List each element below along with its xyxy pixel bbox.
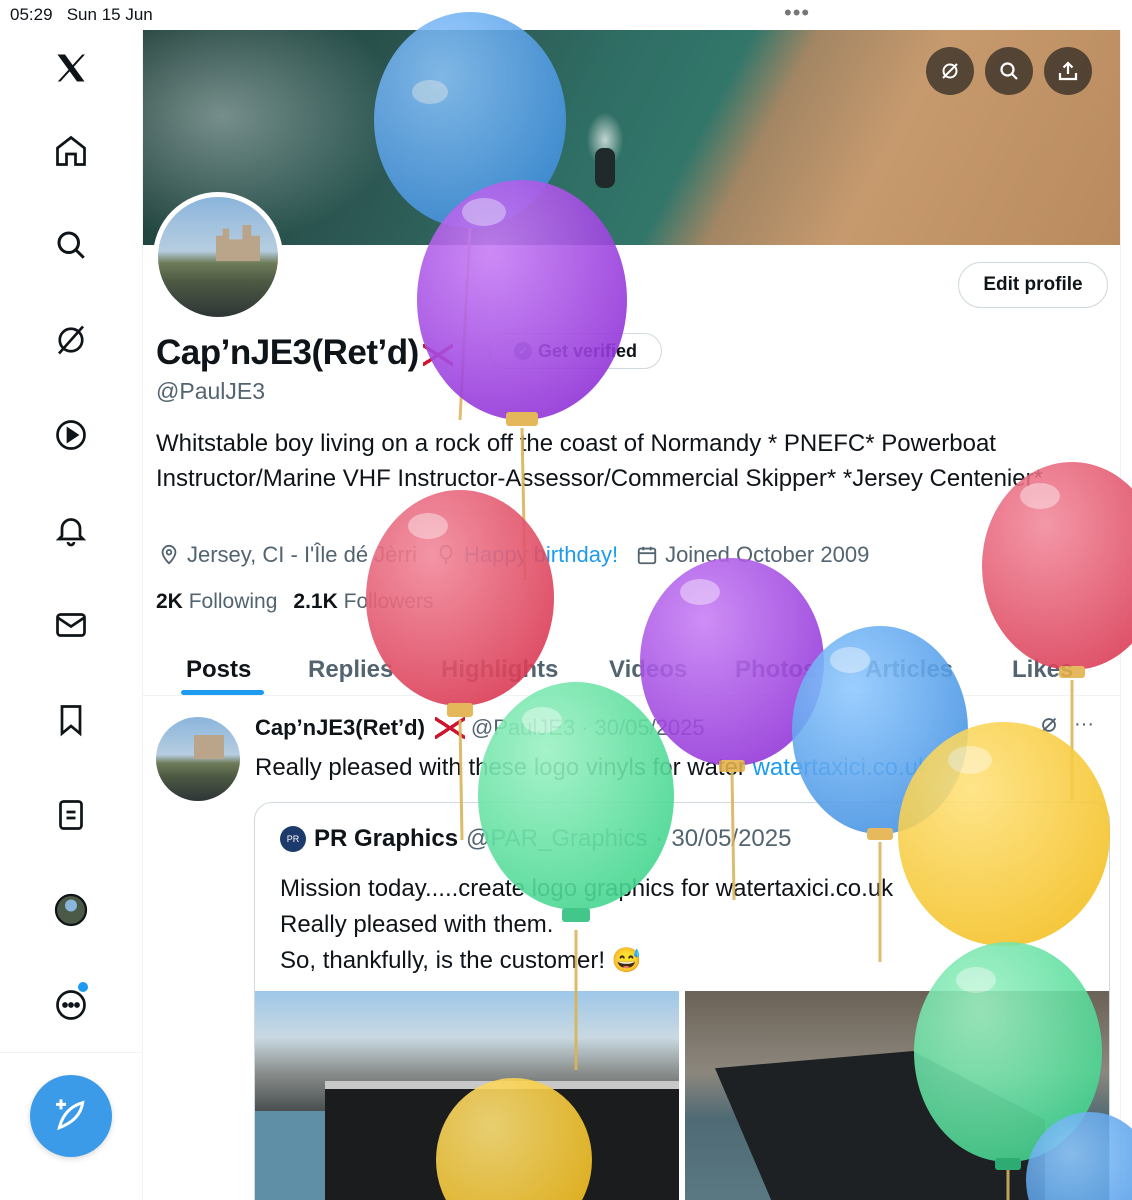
- post-actions: ···: [1038, 713, 1094, 736]
- grok-icon[interactable]: [1038, 714, 1060, 736]
- home-icon[interactable]: [46, 126, 96, 176]
- profile-banner[interactable]: [143, 30, 1120, 245]
- banner-search-button[interactable]: [985, 47, 1033, 95]
- post-author[interactable]: Cap’nJE3(Ret’d): [255, 715, 425, 741]
- multitask-dots-icon[interactable]: •••: [784, 0, 810, 26]
- verified-badge-icon: ✓: [513, 342, 532, 360]
- bookmarks-icon[interactable]: [46, 695, 96, 745]
- sidebar: [0, 30, 143, 1200]
- calendar-icon: [637, 546, 657, 565]
- search-icon: [1000, 62, 1018, 80]
- jersey-flag-icon: [434, 717, 465, 739]
- status-time: 05:29 Sun 15 Jun: [10, 5, 153, 24]
- tab-videos[interactable]: Videos: [609, 656, 687, 684]
- banner-share-button[interactable]: [1044, 47, 1092, 95]
- tab-likes[interactable]: Likes: [1012, 656, 1073, 684]
- quote-header: PR PR Graphics @PAR_Graphics · 30/05/202…: [280, 825, 791, 853]
- quote-date: 30/05/2025: [671, 825, 792, 852]
- compose-icon: [56, 1099, 85, 1131]
- quote-avatar[interactable]: PR: [280, 826, 306, 852]
- active-tab-indicator: [181, 690, 264, 695]
- more-options-icon[interactable]: ···: [1074, 713, 1094, 736]
- tab-replies[interactable]: Replies: [308, 656, 393, 684]
- followers-link[interactable]: 2.1K Followers: [293, 590, 433, 614]
- quote-image-1[interactable]: [255, 991, 679, 1200]
- profile-avatar-icon[interactable]: [46, 885, 96, 935]
- joined-item: Joined October 2009: [636, 542, 869, 568]
- main-column: Edit profile Cap’nJE3(Ret’d) ✓ Get verifi…: [143, 30, 1121, 1200]
- quoted-post[interactable]: PR PR Graphics @PAR_Graphics · 30/05/202…: [254, 802, 1110, 1200]
- quote-separator-dot: ·: [655, 825, 664, 852]
- post-avatar[interactable]: [156, 717, 240, 801]
- quote-image-2[interactable]: [685, 991, 1109, 1200]
- compose-post-button[interactable]: [30, 1075, 112, 1157]
- post-link[interactable]: watertaxici.co.uk: [753, 754, 930, 781]
- post-header: Cap’nJE3(Ret’d) @PaulJE3 · 30/05/2025: [255, 715, 705, 741]
- profile-handle: @PaulJE3: [156, 378, 266, 404]
- notifications-icon[interactable]: [46, 505, 96, 555]
- share-icon: [1058, 61, 1078, 81]
- post-handle[interactable]: @PaulJE3: [471, 715, 575, 741]
- messages-icon[interactable]: [46, 600, 96, 650]
- tab-articles[interactable]: Articles: [865, 656, 953, 684]
- notification-dot: [78, 982, 88, 992]
- jersey-flag-icon: [422, 343, 453, 366]
- quote-text: Mission today.....create logo graphics f…: [280, 875, 894, 974]
- sidebar-divider: [0, 1052, 142, 1053]
- grok-icon: [942, 63, 958, 79]
- post-text: Really pleased with these logo vinyls fo…: [255, 754, 930, 781]
- status-bar: 05:29 Sun 15 Jun •••: [0, 0, 1132, 30]
- tab-posts[interactable]: Posts: [186, 656, 251, 684]
- balloon-icon: [439, 544, 453, 565]
- quote-author[interactable]: PR Graphics: [314, 825, 458, 853]
- post-separator-dot: ·: [581, 715, 589, 740]
- get-verified-button[interactable]: ✓ Get verified: [489, 333, 662, 369]
- video-icon[interactable]: [46, 410, 96, 460]
- profile-bio: Whitstable boy living on a rock off the …: [156, 430, 1043, 492]
- follow-stats: 2K Following 2.1K Followers: [156, 590, 433, 614]
- x-logo-icon[interactable]: [46, 43, 96, 93]
- profile-meta: Jersey, CI - I'Île dé Jèrri Happy birthd…: [158, 542, 887, 568]
- search-icon[interactable]: [46, 220, 96, 270]
- profile-avatar[interactable]: [153, 192, 283, 322]
- banner-boat: [595, 148, 615, 188]
- grok-icon[interactable]: [46, 315, 96, 365]
- post-date[interactable]: 30/05/2025: [595, 715, 705, 741]
- post[interactable]: Cap’nJE3(Ret’d) @PaulJE3 · 30/05/2025 ··…: [143, 697, 1120, 1200]
- tab-highlights[interactable]: Highlights: [441, 656, 558, 684]
- profile-tabs: Posts Replies Highlights Videos Photos A…: [143, 640, 1120, 696]
- tab-photos[interactable]: Photos: [735, 656, 816, 684]
- banner-grok-button[interactable]: [926, 47, 974, 95]
- location-icon: [161, 544, 177, 565]
- profile-name: Cap’nJE3(Ret’d): [156, 333, 453, 373]
- location-item: Jersey, CI - I'Île dé Jèrri: [158, 542, 417, 568]
- edit-profile-button[interactable]: Edit profile: [958, 262, 1108, 308]
- following-link[interactable]: 2K Following: [156, 590, 277, 614]
- lists-icon[interactable]: [46, 790, 96, 840]
- birthday-item[interactable]: Happy birthday!: [435, 542, 618, 568]
- quote-handle: @PAR_Graphics: [466, 825, 648, 852]
- more-icon[interactable]: [46, 980, 96, 1030]
